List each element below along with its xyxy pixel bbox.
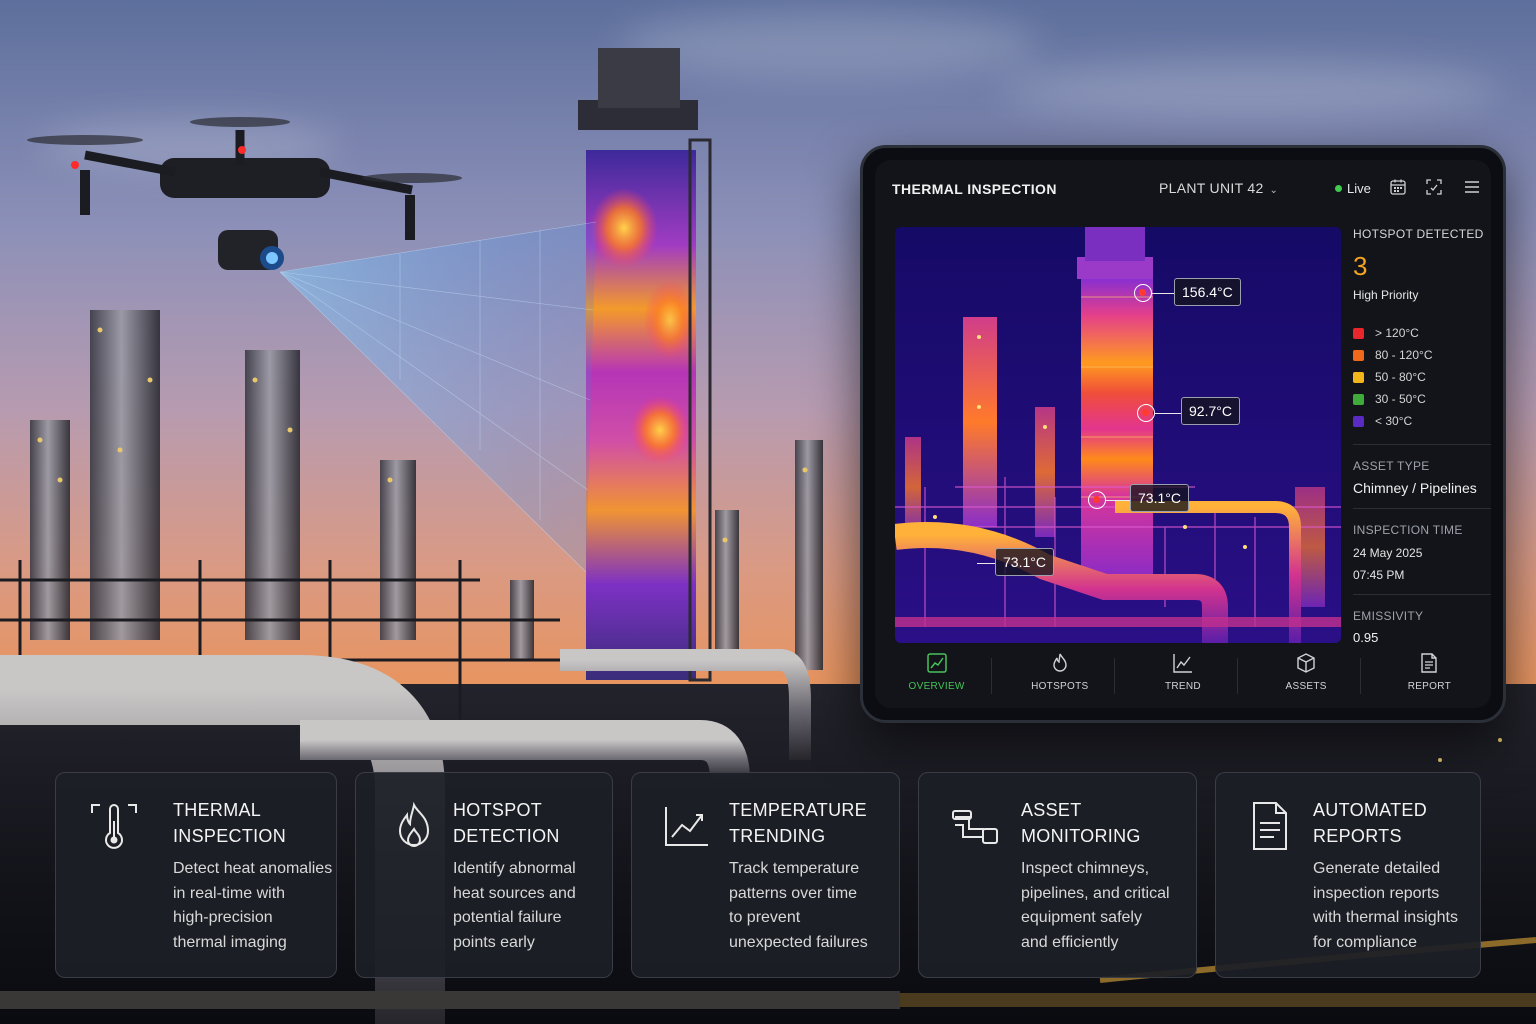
- feature-card-temperature-trending: TEMPERATURE TRENDING Track temperature p…: [631, 772, 900, 978]
- leader-line: [1106, 500, 1130, 501]
- flame-icon: [398, 801, 430, 847]
- tablet-screen: THERMAL INSPECTION PLANT UNIT 42 ⌄ Live: [875, 160, 1491, 708]
- assets-icon: [1297, 653, 1315, 673]
- nav-hotspots[interactable]: HOTSPOTS: [1005, 652, 1115, 694]
- legend-label: 80 - 120°C: [1375, 348, 1433, 362]
- nav-label: OVERVIEW: [908, 681, 965, 692]
- live-label: Live: [1347, 181, 1371, 196]
- feature-card-thermal-inspection: THERMAL INSPECTION Detect heat anomalies…: [55, 772, 337, 978]
- priority-label: High Priority: [1353, 288, 1419, 302]
- asset-type-value: Chimney / Pipelines: [1353, 480, 1477, 496]
- asset-type-caption: ASSET TYPE: [1353, 459, 1430, 473]
- document-icon: [1253, 802, 1287, 850]
- nav-report[interactable]: REPORT: [1374, 652, 1484, 692]
- inspection-date: 24 May 2025: [1353, 546, 1423, 560]
- feature-description: Identify abnormal heat sources and poten…: [453, 860, 576, 951]
- legend-item: < 30°C: [1353, 410, 1491, 432]
- feature-description: Detect heat anomalies in real-time with …: [173, 860, 333, 951]
- leader-line: [1155, 413, 1181, 414]
- plant-unit-label: PLANT UNIT 42: [1159, 180, 1264, 196]
- divider: [1353, 444, 1491, 445]
- nav-label: REPORT: [1407, 681, 1451, 692]
- plant-unit-dropdown[interactable]: PLANT UNIT 42 ⌄: [1159, 180, 1278, 196]
- trend-chart-icon: [665, 807, 708, 846]
- feature-title: AUTOMATED REPORTS: [1313, 800, 1428, 846]
- feature-title: TEMPERATURE TRENDING: [729, 800, 867, 846]
- feature-card-hotspot-detection: HOTSPOT DETECTION Identify abnormal heat…: [355, 772, 613, 978]
- temp-reading-label: 73.1°C: [995, 548, 1054, 576]
- nav-separator: [1360, 658, 1362, 694]
- live-indicator-dot: [1335, 185, 1342, 192]
- hotspot-summary-panel: HOTSPOT DETECTED 3 High Priority > 120°C…: [1353, 227, 1491, 645]
- thermometer-icon: [91, 804, 137, 849]
- report-icon: [1421, 653, 1438, 673]
- bottom-navigation: OVERVIEW HOTSPOTS TREND ASSETS REPORT: [875, 636, 1491, 708]
- legend-item: 50 - 80°C: [1353, 366, 1491, 388]
- legend-label: 50 - 80°C: [1375, 370, 1426, 384]
- nav-separator: [990, 658, 992, 694]
- hotspot-marker[interactable]: [1137, 404, 1155, 422]
- feature-title: HOTSPOT DETECTION: [453, 800, 560, 846]
- feature-description: Track temperature patterns over time to …: [729, 860, 868, 951]
- temperature-legend: > 120°C 80 - 120°C 50 - 80°C 30 - 50°C <…: [1353, 322, 1491, 432]
- divider: [1353, 508, 1491, 509]
- legend-swatch: [1353, 415, 1364, 427]
- nav-separator: [1113, 658, 1115, 694]
- pipeline-icon: [952, 810, 998, 844]
- feature-title: THERMAL INSPECTION: [173, 800, 287, 846]
- nav-trend[interactable]: TREND: [1128, 652, 1238, 694]
- nav-label: HOTSPOTS: [1031, 681, 1089, 692]
- hotspot-count: 3: [1353, 251, 1368, 281]
- trend-icon: [1173, 654, 1192, 673]
- flame-icon: [1053, 653, 1067, 672]
- legend-swatch: [1353, 349, 1364, 361]
- leader-line: [977, 563, 995, 564]
- legend-label: 30 - 50°C: [1375, 392, 1426, 406]
- feature-title: ASSET MONITORING: [1021, 800, 1141, 846]
- nav-label: ASSETS: [1285, 681, 1327, 692]
- thermal-image: [895, 227, 1341, 643]
- legend-label: > 120°C: [1375, 326, 1419, 340]
- legend-swatch: [1353, 371, 1364, 383]
- overview-icon: [926, 653, 947, 673]
- chevron-down-icon: ⌄: [1269, 185, 1279, 196]
- legend-swatch: [1353, 393, 1364, 405]
- app-title: THERMAL INSPECTION: [892, 181, 1057, 197]
- divider: [1353, 594, 1491, 595]
- inspection-tablet: THERMAL INSPECTION PLANT UNIT 42 ⌄ Live: [860, 145, 1506, 723]
- leader-line: [1152, 293, 1174, 294]
- hotspot-marker[interactable]: [1134, 284, 1152, 302]
- feature-card-asset-monitoring: ASSET MONITORING Inspect chimneys, pipel…: [918, 772, 1197, 978]
- temp-reading-label: 156.4°C: [1174, 278, 1241, 306]
- nav-overview[interactable]: OVERVIEW: [882, 652, 992, 694]
- temp-reading-label: 92.7°C: [1181, 397, 1240, 425]
- nav-separator: [1236, 658, 1238, 694]
- legend-label: < 30°C: [1375, 414, 1413, 428]
- temp-reading-label: 73.1°C: [1130, 484, 1189, 512]
- hotspot-caption: HOTSPOT DETECTED: [1353, 227, 1484, 241]
- feature-description: Generate detailed inspection reports wit…: [1313, 860, 1458, 951]
- legend-swatch: [1353, 327, 1364, 339]
- inspection-clock: 07:45 PM: [1353, 568, 1405, 582]
- legend-item: 80 - 120°C: [1353, 344, 1491, 366]
- legend-item: > 120°C: [1353, 322, 1491, 344]
- thermal-image-view[interactable]: 156.4°C 92.7°C 73.1°C 73.1°C: [895, 227, 1341, 643]
- nav-assets[interactable]: ASSETS: [1251, 652, 1362, 694]
- inspection-time-caption: INSPECTION TIME: [1353, 523, 1463, 537]
- calendar-icon[interactable]: [1389, 178, 1407, 196]
- feature-card-automated-reports: AUTOMATED REPORTS Generate detailed insp…: [1215, 772, 1481, 978]
- drone-illustration: [27, 117, 462, 270]
- nav-label: TREND: [1164, 681, 1201, 692]
- emissivity-caption: EMISSIVITY: [1353, 609, 1424, 623]
- hotspot-marker[interactable]: [1088, 491, 1106, 509]
- scan-icon[interactable]: [1425, 178, 1443, 196]
- live-status: Live: [1335, 181, 1371, 196]
- menu-icon[interactable]: [1463, 178, 1481, 196]
- feature-description: Inspect chimneys, pipelines, and critica…: [1021, 860, 1170, 951]
- legend-item: 30 - 50°C: [1353, 388, 1491, 410]
